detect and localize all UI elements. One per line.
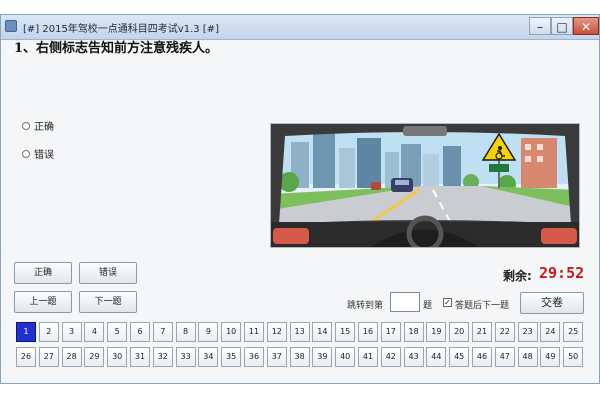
question-number-button[interactable]: 14 bbox=[312, 322, 333, 342]
question-number-button[interactable]: 40 bbox=[335, 347, 356, 367]
question-number-button[interactable]: 8 bbox=[175, 322, 196, 342]
question-number-button[interactable]: 46 bbox=[472, 347, 492, 367]
question-number-button[interactable]: 1 bbox=[16, 322, 36, 342]
question-number-button[interactable]: 50 bbox=[563, 347, 584, 367]
minimize-button[interactable]: – bbox=[529, 17, 551, 35]
question-number-button[interactable]: 31 bbox=[130, 347, 150, 367]
question-number-button[interactable]: 15 bbox=[335, 322, 356, 342]
radio-icon[interactable] bbox=[22, 121, 30, 130]
auto-next-checkbox[interactable]: ✓ bbox=[443, 298, 452, 307]
question-number-button[interactable]: 7 bbox=[152, 322, 173, 342]
jump-label: 跳转到第 bbox=[347, 301, 384, 311]
option-wrong[interactable]: 错误 bbox=[22, 146, 54, 161]
question-number-button[interactable]: 47 bbox=[494, 347, 515, 367]
question-number-button[interactable]: 26 bbox=[16, 347, 36, 367]
timer-value: 29:52 bbox=[539, 264, 585, 282]
submit-exam-button[interactable]: 交卷 bbox=[520, 292, 584, 314]
option-label: 正确 bbox=[34, 122, 54, 133]
question-number-button[interactable]: 39 bbox=[312, 347, 333, 367]
question-number-button[interactable]: 3 bbox=[61, 322, 82, 342]
question-number-button[interactable]: 11 bbox=[244, 322, 264, 342]
question-number-button[interactable]: 18 bbox=[403, 322, 424, 342]
auto-next-label: 答题后下一题 bbox=[455, 301, 510, 311]
question-number-button[interactable]: 23 bbox=[517, 322, 538, 342]
question-number-button[interactable]: 25 bbox=[563, 322, 584, 342]
driving-scene-illustration bbox=[271, 124, 579, 247]
question-number-button[interactable]: 41 bbox=[358, 347, 378, 367]
question-number-button[interactable]: 16 bbox=[358, 322, 378, 342]
question-number-button[interactable]: 12 bbox=[266, 322, 287, 342]
question-number-button[interactable]: 17 bbox=[380, 322, 401, 342]
question-number-button[interactable]: 35 bbox=[221, 347, 242, 367]
app-icon bbox=[5, 20, 17, 32]
question-image bbox=[270, 123, 580, 248]
question-number-button[interactable]: 24 bbox=[540, 322, 561, 342]
question-number-button[interactable]: 4 bbox=[84, 322, 105, 342]
answer-correct-button[interactable]: 正确 bbox=[14, 262, 72, 284]
question-number-button[interactable]: 22 bbox=[494, 322, 515, 342]
maximize-button[interactable]: □ bbox=[551, 17, 573, 35]
question-number-button[interactable]: 33 bbox=[175, 347, 196, 367]
previous-question-button[interactable]: 上一题 bbox=[14, 291, 72, 313]
question-number-button[interactable]: 28 bbox=[61, 347, 82, 367]
question-number-button[interactable]: 9 bbox=[198, 322, 219, 342]
question-number-button[interactable]: 19 bbox=[426, 322, 447, 342]
question-number-button[interactable]: 43 bbox=[403, 347, 424, 367]
answer-wrong-button[interactable]: 错误 bbox=[79, 262, 137, 284]
question-number-button[interactable]: 13 bbox=[289, 322, 310, 342]
timer-label: 剩余: bbox=[503, 269, 532, 283]
next-question-button[interactable]: 下一题 bbox=[79, 291, 137, 313]
question-number-button[interactable]: 36 bbox=[244, 347, 264, 367]
question-number-button[interactable]: 6 bbox=[130, 322, 150, 342]
question-number-button[interactable]: 21 bbox=[472, 322, 492, 342]
question-number-button[interactable]: 45 bbox=[449, 347, 470, 367]
question-number-button[interactable]: 42 bbox=[380, 347, 401, 367]
option-correct[interactable]: 正确 bbox=[22, 118, 54, 133]
question-number-button[interactable]: 2 bbox=[38, 322, 59, 342]
question-text: 1、右侧标志告知前方注意残疾人。 bbox=[14, 41, 219, 56]
question-number-button[interactable]: 48 bbox=[517, 347, 538, 367]
question-number-button[interactable]: 27 bbox=[38, 347, 59, 367]
question-number-grid: 1 2 3 4 5 6 7 8 9 10 11 12 13 14 15 16 17 18 19 20 21 22 23 24 2… bbox=[16, 322, 588, 372]
question-number-button[interactable]: 49 bbox=[540, 347, 561, 367]
question-number-button[interactable]: 38 bbox=[289, 347, 310, 367]
question-number-button[interactable]: 30 bbox=[107, 347, 128, 367]
jump-question-input[interactable] bbox=[390, 292, 420, 312]
jump-unit: 题 bbox=[423, 301, 433, 311]
question-number-button[interactable]: 29 bbox=[84, 347, 105, 367]
question-number-button[interactable]: 10 bbox=[221, 322, 242, 342]
question-number-button[interactable]: 32 bbox=[152, 347, 173, 367]
question-number-button[interactable]: 44 bbox=[426, 347, 447, 367]
close-button[interactable]: ✕ bbox=[573, 17, 599, 35]
radio-icon[interactable] bbox=[22, 149, 30, 158]
question-number-button[interactable]: 5 bbox=[107, 322, 128, 342]
option-label: 错误 bbox=[34, 150, 54, 161]
question-number-button[interactable]: 34 bbox=[198, 347, 219, 367]
question-number-button[interactable]: 37 bbox=[266, 347, 287, 367]
question-number-button[interactable]: 20 bbox=[449, 322, 470, 342]
window-title: [#] 2015年驾校一点通科目四考试v1.3 [#] bbox=[23, 24, 219, 35]
